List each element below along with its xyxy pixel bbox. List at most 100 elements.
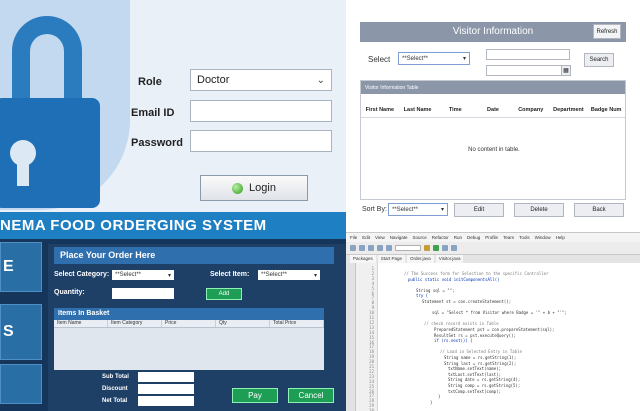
menu-item[interactable]: Tools (519, 235, 530, 240)
category-select[interactable]: **Select** ▾ (112, 270, 174, 280)
date-input[interactable] (486, 65, 562, 76)
email-label: Email ID (131, 107, 175, 119)
subtotal-field[interactable] (138, 372, 194, 382)
table-caption: Visitor Information Table (361, 81, 625, 94)
build-icon[interactable] (424, 245, 430, 251)
code-editor[interactable]: // The Success form for Selection to the… (382, 263, 636, 411)
line-gutter: 1 2 3 4 5 6 7 8 9 10 11 12 13 14 15 16 17 18 19 20 21 22 23 24 2… (356, 263, 378, 411)
column-header: Last Name (403, 107, 432, 113)
basket-column: Total Price (270, 320, 324, 327)
basket-column: Price (162, 320, 216, 327)
password-field[interactable] (190, 130, 332, 152)
cinema-panel: NEMA FOOD ORDERGING SYSTEM E S Place You… (0, 212, 346, 411)
item-select[interactable]: **Select** ▾ (258, 270, 320, 280)
basket-column: Qty (216, 320, 270, 327)
run-icon[interactable] (433, 245, 439, 251)
code-line: // Load in Selected Entry in Table (440, 349, 522, 355)
calendar-icon[interactable]: ▦ (561, 65, 571, 76)
debug-icon[interactable] (442, 245, 448, 251)
code-line: txtLast.setText(last); (448, 371, 501, 377)
email-field[interactable] (190, 100, 332, 122)
menu-item[interactable]: Navigate (390, 235, 408, 240)
code-line: txtComp.setText(comp); (448, 388, 501, 394)
code-line: } (438, 394, 441, 400)
side-button-3[interactable] (0, 364, 42, 404)
login-button-label: Login (249, 182, 276, 194)
chevron-down-icon: ▾ (440, 207, 444, 213)
code-line: String sql = ""; (416, 287, 455, 293)
menu-item[interactable]: Help (556, 235, 565, 240)
column-header: Date (487, 107, 499, 113)
place-order-header: Place Your Order Here (54, 247, 334, 264)
code-line: // check record exists in Table (424, 321, 499, 327)
back-button[interactable]: Back (574, 203, 624, 217)
code-line: Statement st = con.createStatement(); (422, 299, 512, 304)
code-line: txtName.setText(name); (448, 366, 501, 372)
code-line: sql = "Select * from Visitor where Badge… (432, 310, 567, 316)
sort-select[interactable]: **Select** ▾ (388, 203, 448, 216)
basket-column: Item Name (54, 320, 108, 327)
menu-item[interactable]: Window (535, 235, 551, 240)
new-file-icon[interactable] (350, 245, 356, 251)
item-value: **Select** (261, 272, 288, 278)
cancel-button[interactable]: Cancel (288, 388, 334, 403)
profile-icon[interactable] (451, 245, 457, 251)
side-button-2[interactable]: S (0, 304, 42, 360)
editor-tab[interactable]: Packages (350, 255, 376, 263)
discount-label: Discount (102, 386, 128, 392)
subtotal-label: Sub Total (102, 374, 129, 380)
search-input[interactable] (486, 49, 570, 60)
quantity-label: Quantity: (54, 289, 85, 296)
menu-item[interactable]: Debug (467, 235, 480, 240)
menu-item[interactable]: View (375, 235, 385, 240)
side-button-1[interactable]: E (0, 242, 42, 292)
menu-item[interactable]: Source (412, 235, 426, 240)
empty-message: No content in table. (468, 147, 520, 153)
menu-item[interactable]: Refactor (432, 235, 449, 240)
edit-button[interactable]: Edit (454, 203, 504, 217)
open-folder-icon[interactable] (359, 245, 365, 251)
chevron-down-icon: ▾ (313, 272, 317, 279)
role-select[interactable]: Doctor ⌄ (190, 69, 332, 91)
sort-label: Sort By: (362, 206, 387, 213)
menu-item[interactable]: Edit (362, 235, 370, 240)
undo-icon[interactable] (377, 245, 383, 251)
redo-icon[interactable] (386, 245, 392, 251)
save-icon[interactable] (368, 245, 374, 251)
column-header: Time (448, 107, 462, 113)
ide-sidebar (346, 263, 356, 411)
code-line: ResultSet rs = pst.executeQuery(); (434, 332, 516, 338)
quantity-input[interactable] (112, 288, 174, 299)
code-line: String name = rs.getString(1); (444, 355, 517, 360)
pay-button[interactable]: Pay (232, 388, 278, 403)
discount-field[interactable] (138, 384, 194, 394)
code-line: public static void initComponentsAll() (408, 276, 500, 282)
cinema-title: NEMA FOOD ORDERGING SYSTEM (0, 212, 346, 239)
refresh-button[interactable]: Refresh (593, 24, 621, 39)
editor-tab[interactable]: Start Page (377, 255, 406, 263)
menu-item[interactable]: Profile (485, 235, 498, 240)
password-label: Password (131, 137, 183, 149)
column-header: Company (518, 107, 544, 113)
config-select[interactable] (395, 245, 421, 251)
code-line: // The Success form for Selection to the… (404, 271, 549, 276)
menu-item[interactable]: Team (503, 235, 514, 240)
ide-panel: File Edit View Navigate Source Refactor Run Deb… (346, 232, 640, 411)
visitor-panel: Visitor Information Refresh Select **Sel… (346, 0, 640, 232)
visitor-select[interactable]: **Select** ▾ (398, 52, 470, 65)
search-button[interactable]: Search (584, 53, 614, 67)
add-button[interactable]: Add (206, 288, 242, 300)
table-header: First Name Last Name Time Date Company D… (361, 104, 625, 118)
net-total-field[interactable] (138, 396, 194, 406)
code-line: if (rs.next()) { (434, 338, 473, 344)
editor-tabs: Packages Start Page Order.java Visitor.java (346, 255, 640, 263)
login-button[interactable]: Login (200, 175, 308, 201)
keyhole-stem (17, 160, 29, 186)
menu-item[interactable]: Run (454, 235, 462, 240)
editor-tab[interactable]: Order.java (407, 255, 434, 263)
menu-item[interactable]: File (350, 235, 357, 240)
editor-tab[interactable]: Visitor.java (435, 255, 464, 263)
delete-button[interactable]: Delete (514, 203, 564, 217)
chevron-down-icon: ▾ (462, 56, 466, 62)
code-line: PreparedStatement pst = con.prepareState… (434, 327, 555, 332)
